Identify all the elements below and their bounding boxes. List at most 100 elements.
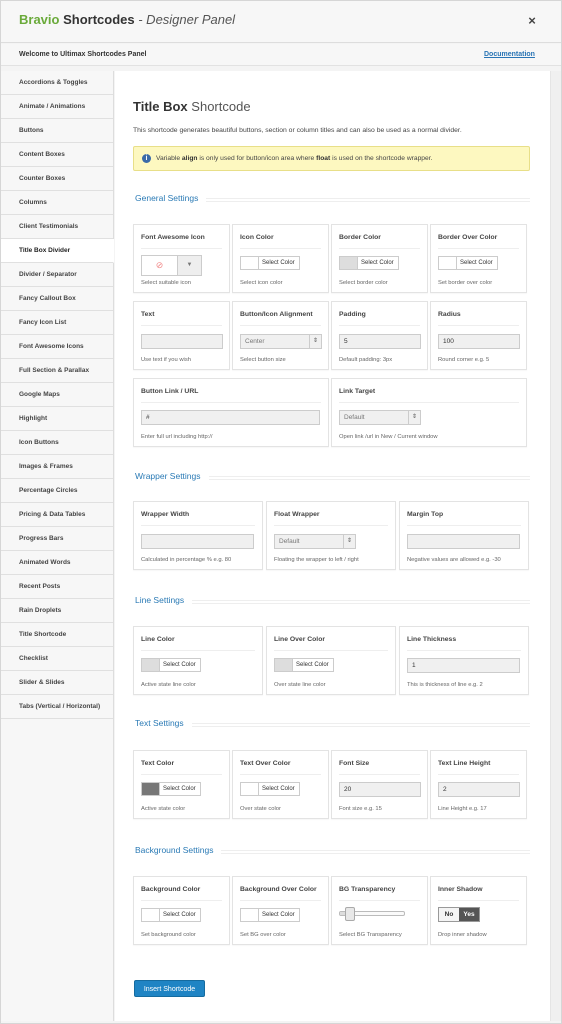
icon-picker[interactable]: ⊘ ▼	[141, 255, 202, 276]
sidebar-item[interactable]: Google Maps	[1, 383, 113, 407]
chevron-down-icon[interactable]: ▼	[178, 256, 201, 275]
field-label: Wrapper Width	[141, 511, 190, 518]
sidebar-item[interactable]: Counter Boxes	[1, 167, 113, 191]
icon-color-field: Icon Color Select Color Select icon colo…	[232, 224, 329, 293]
text-input[interactable]	[141, 334, 223, 349]
font-awesome-icon-field: Font Awesome Icon ⊘ ▼ Select suitable ico…	[133, 224, 230, 293]
page-description: This shortcode generates beautiful butto…	[133, 127, 462, 134]
sidebar-item[interactable]: Pricing & Data Tables	[1, 503, 113, 527]
button-link-input[interactable]: #	[141, 410, 320, 425]
main-content: Title Box Shortcode This shortcode gener…	[115, 71, 550, 1021]
field-label: Line Over Color	[274, 636, 325, 643]
margin-top-input[interactable]	[407, 534, 520, 549]
field-hint: Line Height e.g. 17	[438, 806, 487, 812]
sidebar-item[interactable]: Animate / Animations	[1, 95, 113, 119]
sidebar-item[interactable]: Columns	[1, 191, 113, 215]
sidebar-item[interactable]: Tabs (Vertical / Horizontal)	[1, 695, 113, 719]
field-label: Button Link / URL	[141, 388, 199, 395]
sidebar-item[interactable]: Checklist	[1, 647, 113, 671]
sidebar-item[interactable]: Accordions & Toggles	[1, 71, 113, 95]
field-hint: Font size e.g. 15	[339, 806, 382, 812]
line-over-color-picker[interactable]: Select Color	[274, 658, 334, 672]
select-color-label: Select Color	[361, 260, 394, 266]
background-color-picker[interactable]: Select Color	[141, 908, 201, 922]
page-title-light: Shortcode	[191, 99, 251, 114]
select-color-label: Select Color	[460, 260, 493, 266]
line-thickness-input[interactable]: 1	[407, 658, 520, 673]
brand-subtitle: - Designer Panel	[138, 12, 236, 27]
sidebar-item[interactable]: Progress Bars	[1, 527, 113, 551]
toggle-yes[interactable]: Yes	[459, 908, 479, 921]
field-hint: Active state color	[141, 806, 186, 812]
scrollbar[interactable]	[550, 71, 561, 1021]
font-size-input[interactable]: 20	[339, 782, 421, 797]
section-text-settings: Text Settings	[135, 718, 530, 732]
welcome-text: Welcome to Ultimax Shortcodes Panel	[19, 51, 147, 58]
sidebar-item[interactable]: Title Box Divider	[1, 239, 114, 263]
field-label: BG Transparency	[339, 886, 396, 893]
designer-panel-window: Bravio Shortcodes - Designer Panel × Wel…	[0, 0, 562, 1024]
link-target-field: Link Target Default ⇕ Open link /url in N…	[331, 378, 527, 447]
sidebar-item[interactable]: Icon Buttons	[1, 431, 113, 455]
sidebar-item[interactable]: Highlight	[1, 407, 113, 431]
toggle-no[interactable]: No	[439, 908, 459, 921]
padding-input[interactable]: 5	[339, 334, 421, 349]
brand-title: Bravio Shortcodes - Designer Panel	[19, 12, 235, 28]
field-hint: Open link /url in New / Current window	[339, 434, 438, 440]
icon-color-picker[interactable]: Select Color	[240, 256, 300, 270]
sidebar-item[interactable]: Images & Frames	[1, 455, 113, 479]
field-hint: Select button size	[240, 357, 286, 363]
field-label: Text Color	[141, 760, 175, 767]
brand-product: Shortcodes	[63, 12, 135, 27]
text-color-picker[interactable]: Select Color	[141, 782, 201, 796]
link-target-select[interactable]: Default ⇕	[339, 410, 421, 425]
sidebar-item[interactable]: Fancy Icon List	[1, 311, 113, 335]
field-hint: Round corner e.g. 5	[438, 357, 490, 363]
float-wrapper-select[interactable]: Default ⇕	[274, 534, 356, 549]
field-label: Border Over Color	[438, 234, 498, 241]
font-size-field: Font Size 20 Font size e.g. 15	[331, 750, 428, 819]
documentation-link[interactable]: Documentation	[484, 51, 535, 58]
sidebar-item[interactable]: Title Shortcode	[1, 623, 113, 647]
sidebar-item[interactable]: Full Section & Parallax	[1, 359, 113, 383]
radius-input[interactable]: 100	[438, 334, 520, 349]
line-color-field: Line Color Select Color Active state lin…	[133, 626, 263, 695]
select-color-label: Select Color	[163, 786, 196, 792]
line-over-color-field: Line Over Color Select Color Over state …	[266, 626, 396, 695]
close-icon[interactable]: ×	[525, 14, 539, 28]
background-color-field: Background Color Select Color Set backgr…	[133, 876, 230, 945]
sidebar-item[interactable]: Font Awesome Icons	[1, 335, 113, 359]
select-color-label: Select Color	[163, 662, 196, 668]
sidebar-item[interactable]: Client Testimonials	[1, 215, 113, 239]
text-line-height-input[interactable]: 2	[438, 782, 520, 797]
inner-shadow-field: Inner Shadow No Yes Drop inner shadow	[430, 876, 527, 945]
insert-shortcode-button[interactable]: Insert Shortcode	[134, 980, 205, 997]
page-title-bold: Title Box	[133, 99, 188, 114]
background-over-color-picker[interactable]: Select Color	[240, 908, 300, 922]
sidebar-item[interactable]: Recent Posts	[1, 575, 113, 599]
info-text-pre: Variable	[156, 155, 182, 162]
sidebar-item[interactable]: Slider & Slides	[1, 671, 113, 695]
text-over-color-picker[interactable]: Select Color	[240, 782, 300, 796]
wrapper-width-input[interactable]	[141, 534, 254, 549]
border-color-picker[interactable]: Select Color	[339, 256, 399, 270]
border-over-color-picker[interactable]: Select Color	[438, 256, 498, 270]
slider-handle[interactable]	[345, 907, 355, 921]
alignment-select[interactable]: Center ⇕	[240, 334, 322, 349]
sidebar-item[interactable]: Buttons	[1, 119, 113, 143]
field-label: Border Color	[339, 234, 381, 241]
sidebar-item[interactable]: Content Boxes	[1, 143, 113, 167]
field-hint: Select border color	[339, 280, 388, 286]
background-over-color-field: Background Over Color Select Color Set B…	[232, 876, 329, 945]
sidebar-item[interactable]: Rain Droplets	[1, 599, 113, 623]
bg-transparency-slider[interactable]	[339, 907, 405, 921]
line-color-picker[interactable]: Select Color	[141, 658, 201, 672]
section-title: Text Settings	[135, 718, 192, 728]
inner-shadow-toggle[interactable]: No Yes	[438, 907, 480, 922]
sidebar-item[interactable]: Divider / Separator	[1, 263, 113, 287]
sidebar-item[interactable]: Percentage Circles	[1, 479, 113, 503]
sidebar-item[interactable]: Animated Words	[1, 551, 113, 575]
padding-field: Padding 5 Default padding: 3px	[331, 301, 428, 370]
field-label: Inner Shadow	[438, 886, 483, 893]
sidebar-item[interactable]: Fancy Callout Box	[1, 287, 113, 311]
